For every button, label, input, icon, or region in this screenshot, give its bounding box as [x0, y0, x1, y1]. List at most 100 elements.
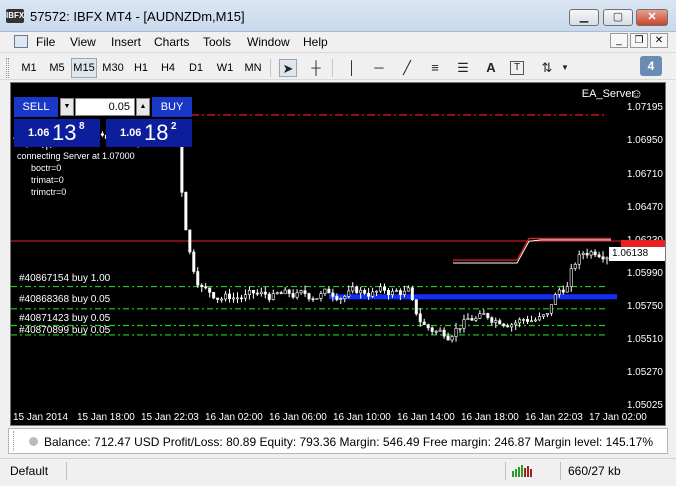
- comment-line: connecting Server at 1.07000: [17, 151, 135, 161]
- candle-body: [533, 319, 537, 322]
- candle-body: [478, 313, 482, 319]
- status-bar: Default 660/27 kb: [0, 458, 676, 482]
- candle-body: [426, 324, 430, 329]
- lot-decrease-icon[interactable]: ▼: [60, 98, 74, 116]
- crosshair-icon[interactable]: ┼: [307, 59, 325, 77]
- order-label: #40868368 buy 0.05: [19, 294, 111, 305]
- menu-charts[interactable]: Charts: [151, 33, 192, 51]
- connection-status-icon[interactable]: [512, 465, 536, 477]
- mdi-restore-icon[interactable]: ❐: [630, 33, 648, 48]
- candle-body: [371, 291, 375, 297]
- candle-body: [573, 263, 577, 269]
- bid-price-box: 1.06138: [609, 247, 665, 261]
- chart-window-icon: [14, 35, 28, 48]
- menu-help[interactable]: Help: [300, 33, 331, 51]
- candle-body: [553, 294, 557, 305]
- buy-quote[interactable]: 1.06 18 2: [106, 119, 192, 147]
- price-tick: 1.05750: [626, 301, 663, 312]
- horizontal-line-icon[interactable]: ─: [370, 59, 388, 77]
- candle-body: [522, 319, 526, 321]
- timeframe-h1[interactable]: H1: [129, 58, 153, 78]
- timeframe-m1[interactable]: M1: [16, 58, 42, 78]
- candle-body: [414, 299, 418, 315]
- ask-price-tag: [621, 240, 665, 247]
- candle-body: [331, 292, 335, 297]
- candle-body: [510, 324, 514, 328]
- close-icon[interactable]: ✕: [636, 9, 668, 26]
- lot-increase-icon[interactable]: ▲: [136, 98, 150, 116]
- fibonacci-icon[interactable]: ≡: [426, 59, 444, 77]
- candle-body: [593, 251, 597, 256]
- menu-window[interactable]: Window: [244, 33, 293, 51]
- sell-quote[interactable]: 1.06 13 8: [14, 119, 100, 147]
- sell-quote-prefix: 1.06: [28, 127, 50, 139]
- candle-body: [220, 298, 224, 301]
- menu-bar: File View Insert Charts Tools Window Hel…: [0, 32, 676, 52]
- candle-body: [224, 293, 228, 300]
- candle-body: [506, 325, 510, 328]
- menu-insert[interactable]: Insert: [108, 33, 144, 51]
- candle-body: [259, 291, 263, 295]
- candle-body: [375, 290, 379, 293]
- trendline-icon[interactable]: ╱: [398, 59, 416, 77]
- candle-body: [454, 328, 458, 337]
- timeframe-m5[interactable]: M5: [44, 58, 70, 78]
- bar-grip: [13, 431, 19, 451]
- chevron-down-icon[interactable]: ▼: [556, 59, 574, 77]
- candle-body: [319, 293, 323, 299]
- timeframe-d1[interactable]: D1: [184, 58, 208, 78]
- timeframe-h4[interactable]: H4: [156, 58, 180, 78]
- candle-body: [383, 286, 387, 291]
- candle-body: [398, 290, 402, 296]
- price-tick: 1.06470: [626, 202, 663, 213]
- time-tick: 16 Jan 14:00: [397, 412, 455, 423]
- candle-body: [430, 327, 434, 332]
- candle-body: [243, 294, 247, 299]
- label-icon[interactable]: T: [510, 61, 524, 75]
- candle-body: [490, 317, 494, 323]
- one-click-trading-panel: SELL ▼ 0.05 ▲ BUY 1.06 13 8 1.06 18 2: [14, 97, 192, 147]
- sell-button[interactable]: SELL: [14, 97, 58, 117]
- timeframe-w1[interactable]: W1: [212, 58, 238, 78]
- candle-body: [359, 290, 363, 294]
- candle-body: [486, 313, 490, 319]
- cursor-icon[interactable]: ➤: [279, 59, 297, 77]
- timeframe-m30[interactable]: M30: [99, 58, 127, 78]
- minimize-icon[interactable]: ▁: [569, 9, 599, 26]
- profile-name[interactable]: Default: [10, 464, 48, 478]
- menu-tools[interactable]: Tools: [200, 33, 234, 51]
- menu-view[interactable]: View: [67, 33, 99, 51]
- candle-body: [363, 290, 367, 294]
- timeframe-m15[interactable]: M15: [71, 58, 97, 78]
- lot-size-input[interactable]: 0.05: [75, 98, 135, 116]
- sell-quote-fraction: 8: [79, 121, 85, 132]
- candle-body: [323, 288, 327, 294]
- candle-body: [418, 313, 422, 323]
- candle-body: [315, 298, 319, 300]
- vertical-line-icon[interactable]: │: [343, 59, 361, 77]
- candle-body: [530, 320, 534, 323]
- arrows-icon[interactable]: ⇅: [538, 59, 556, 77]
- sell-quote-pips: 13: [52, 120, 77, 145]
- candle-body: [518, 319, 522, 324]
- mdi-close-icon[interactable]: ✕: [650, 33, 668, 48]
- buy-button[interactable]: BUY: [152, 97, 192, 117]
- candle-body: [589, 251, 593, 256]
- notifications-badge[interactable]: 4: [640, 56, 662, 76]
- candle-body: [498, 320, 502, 325]
- maximize-icon[interactable]: ▢: [603, 9, 633, 26]
- price-tick: 1.06710: [626, 169, 663, 180]
- candle-body: [267, 293, 271, 300]
- timeframe-mn[interactable]: MN: [240, 58, 266, 78]
- candle-body: [410, 287, 414, 300]
- channel-icon[interactable]: ☰: [454, 59, 472, 77]
- menu-file[interactable]: File: [33, 33, 58, 51]
- price-chart[interactable]: EA_Server ☺ connecting Server at 1.07000…: [10, 82, 666, 426]
- candle-body: [537, 316, 541, 321]
- candle-body: [565, 286, 569, 293]
- mdi-minimize-icon[interactable]: _: [610, 33, 628, 48]
- candle-body: [247, 290, 251, 295]
- candle-body: [216, 297, 220, 300]
- text-icon[interactable]: A: [482, 59, 500, 77]
- candle-body: [235, 297, 239, 300]
